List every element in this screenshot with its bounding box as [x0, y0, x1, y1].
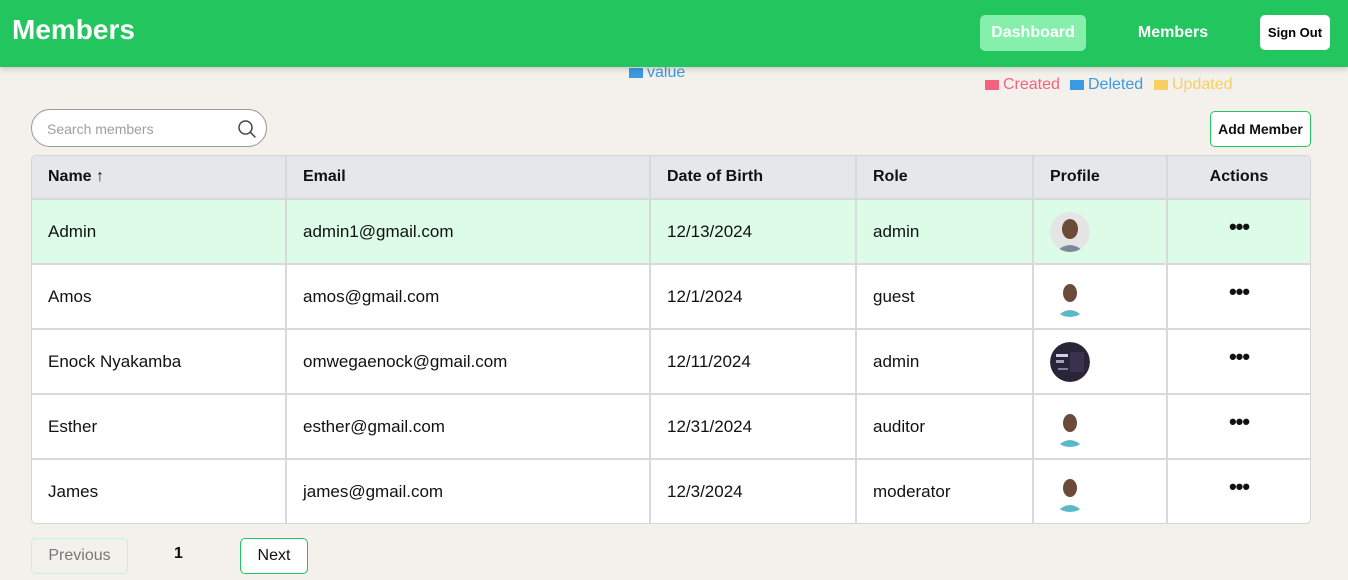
- legend-created: Created: [985, 76, 1060, 94]
- more-options-icon[interactable]: •••: [1229, 215, 1250, 238]
- table-row[interactable]: James james@gmail.com 12/3/2024 moderato…: [32, 458, 1310, 523]
- previous-page-button[interactable]: Previous: [31, 538, 128, 574]
- cell-actions: •••: [1166, 265, 1310, 328]
- cell-name: Admin: [48, 221, 97, 241]
- table-header-row: Name ↑ Email Date of Birth Role Profile …: [32, 156, 1310, 198]
- cell-name: Esther: [48, 416, 98, 436]
- search-box: [31, 109, 267, 147]
- more-options-icon[interactable]: •••: [1229, 475, 1250, 498]
- avatar: [1050, 276, 1090, 317]
- cell-name: Enock Nyakamba: [48, 351, 182, 371]
- legend-updated-label: Updated: [1172, 76, 1233, 93]
- cell-actions: •••: [1166, 460, 1310, 523]
- cell-dob: 12/3/2024: [649, 460, 855, 523]
- legend-deleted-label: Deleted: [1088, 76, 1144, 93]
- cell-profile: [1032, 265, 1166, 328]
- table-row[interactable]: Esther esther@gmail.com 12/31/2024 audit…: [32, 393, 1310, 458]
- cell-actions: •••: [1166, 330, 1310, 393]
- nav-dashboard-button[interactable]: Dashboard: [980, 15, 1086, 51]
- cell-actions: •••: [1166, 200, 1310, 263]
- cell-role: moderator: [855, 460, 1032, 523]
- avatar: [1050, 211, 1090, 252]
- avatar: [1050, 406, 1090, 447]
- nav-members-link[interactable]: Members: [1120, 15, 1226, 51]
- sign-out-button[interactable]: Sign Out: [1260, 15, 1330, 50]
- cell-email: omwegaenock@gmail.com: [285, 330, 649, 393]
- cell-email: esther@gmail.com: [285, 395, 649, 458]
- column-header-role[interactable]: Role: [855, 156, 1032, 198]
- column-header-email[interactable]: Email: [285, 156, 649, 198]
- page-title: Members: [12, 14, 135, 45]
- cell-dob: 12/13/2024: [649, 200, 855, 263]
- cell-name: Amos: [48, 286, 92, 306]
- column-header-name[interactable]: Name ↑: [32, 156, 285, 198]
- next-page-button[interactable]: Next: [240, 538, 308, 574]
- table-row[interactable]: Amos amos@gmail.com 12/1/2024 guest •••: [32, 263, 1310, 328]
- cell-dob: 12/31/2024: [649, 395, 855, 458]
- search-input[interactable]: [47, 118, 227, 140]
- more-options-icon[interactable]: •••: [1229, 280, 1250, 303]
- table-row[interactable]: Admin admin1@gmail.com 12/13/2024 admin …: [32, 198, 1310, 263]
- cell-role: auditor: [855, 395, 1032, 458]
- column-header-dob[interactable]: Date of Birth: [649, 156, 855, 198]
- cell-dob: 12/11/2024: [649, 330, 855, 393]
- legend-updated-swatch: [1154, 80, 1168, 90]
- cell-profile: [1032, 460, 1166, 523]
- legend-deleted-swatch: [1070, 80, 1084, 90]
- avatar: [1050, 471, 1090, 512]
- table-row[interactable]: Enock Nyakamba omwegaenock@gmail.com 12/…: [32, 328, 1310, 393]
- add-member-button[interactable]: Add Member: [1210, 111, 1311, 147]
- current-page-number: 1: [174, 545, 183, 562]
- cell-role: admin: [855, 330, 1032, 393]
- column-header-profile: Profile: [1032, 156, 1166, 198]
- legend-value-swatch: [629, 68, 643, 78]
- cell-profile: [1032, 330, 1166, 393]
- column-header-actions: Actions: [1166, 156, 1310, 198]
- more-options-icon[interactable]: •••: [1229, 410, 1250, 433]
- members-table: Name ↑ Email Date of Birth Role Profile …: [31, 155, 1311, 524]
- cell-profile: [1032, 200, 1166, 263]
- more-options-icon[interactable]: •••: [1229, 345, 1250, 368]
- cell-email: james@gmail.com: [285, 460, 649, 523]
- avatar: [1050, 341, 1090, 382]
- cell-role: guest: [855, 265, 1032, 328]
- legend-updated: Updated: [1154, 76, 1233, 94]
- legend-created-label: Created: [1003, 76, 1060, 93]
- cell-profile: [1032, 395, 1166, 458]
- cell-email: admin1@gmail.com: [285, 200, 649, 263]
- cell-actions: •••: [1166, 395, 1310, 458]
- cell-role: admin: [855, 200, 1032, 263]
- cell-email: amos@gmail.com: [285, 265, 649, 328]
- cell-dob: 12/1/2024: [649, 265, 855, 328]
- legend-deleted: Deleted: [1070, 76, 1143, 94]
- cell-name: James: [48, 481, 99, 501]
- search-icon[interactable]: [237, 119, 257, 139]
- legend-created-swatch: [985, 80, 999, 90]
- top-bar: Members Dashboard Members Sign Out: [0, 0, 1348, 67]
